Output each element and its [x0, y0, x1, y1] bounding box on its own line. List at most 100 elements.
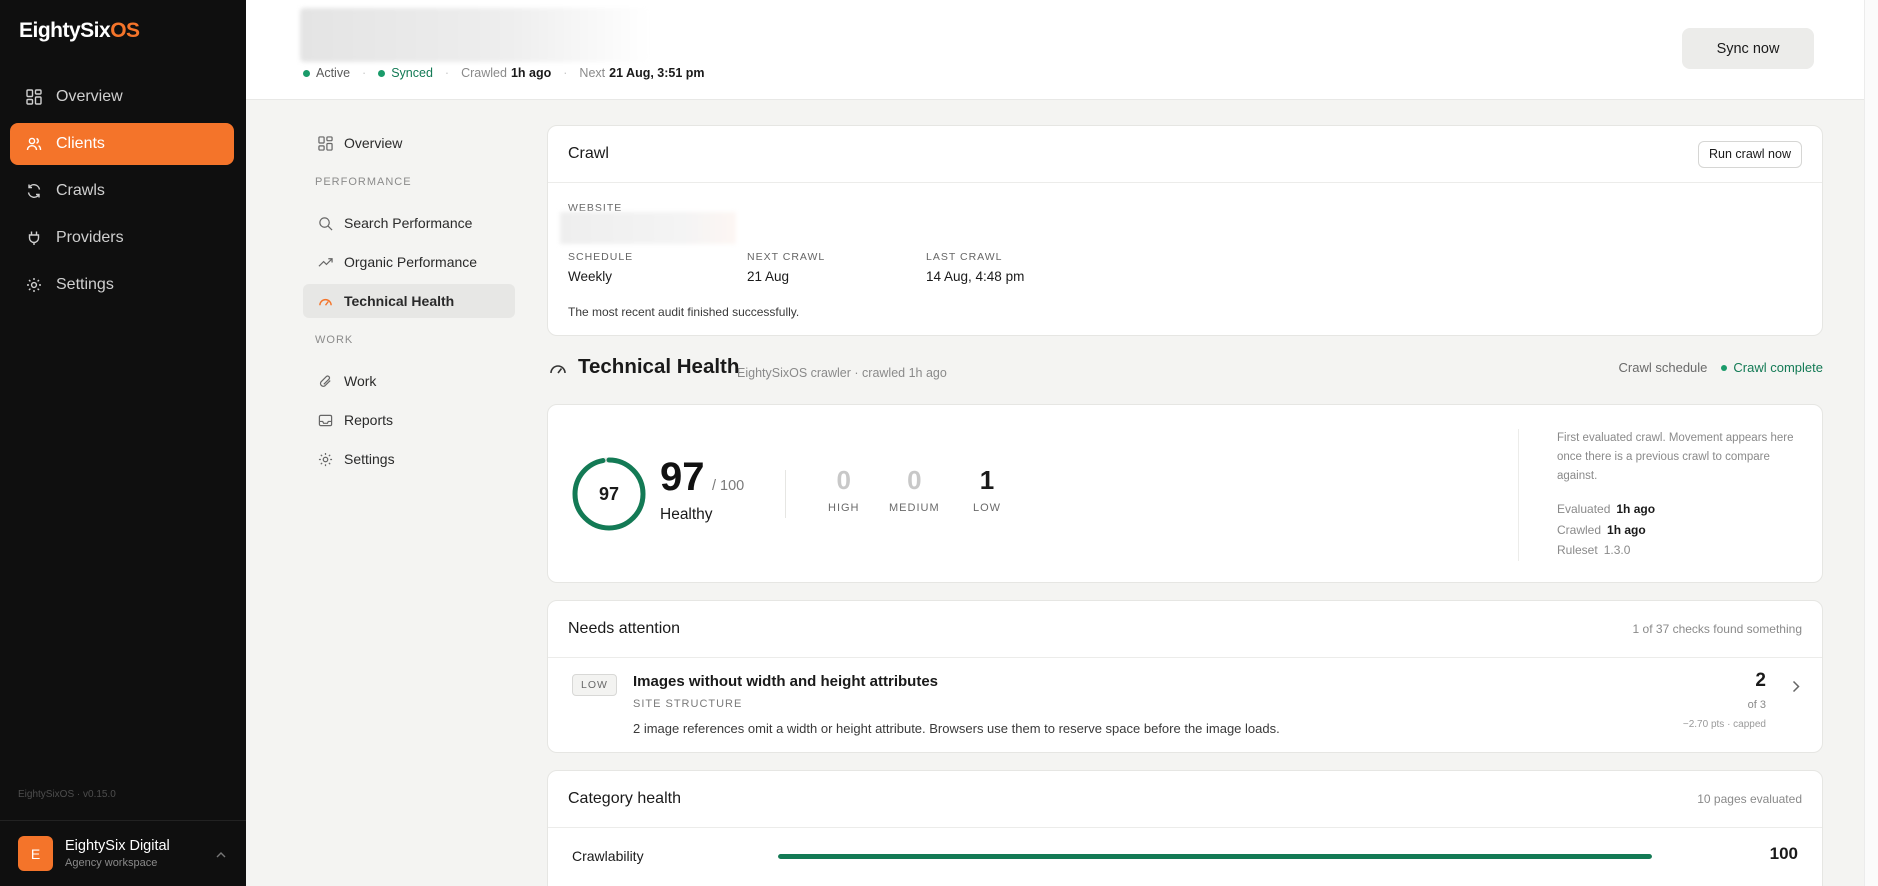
- health-rating: Healthy: [660, 506, 713, 523]
- plug-icon: [24, 228, 44, 248]
- crawl-schedule-link[interactable]: Crawl schedule: [1619, 360, 1708, 375]
- nav-label: Overview: [56, 88, 123, 105]
- category-name: Crawlability: [572, 848, 644, 864]
- subnav-search-performance[interactable]: Search Performance: [303, 206, 515, 240]
- evaluation-note: First evaluated crawl. Movement appears …: [1557, 432, 1794, 482]
- separator: ·: [563, 66, 568, 80]
- main-nav: Overview Clients Crawls Providers Settin…: [10, 76, 234, 311]
- nav-item-overview[interactable]: Overview: [10, 76, 234, 118]
- crawl-status-group: Crawl schedule Crawl complete: [1619, 360, 1823, 375]
- schedule-label: SCHEDULE: [568, 251, 634, 263]
- run-crawl-button[interactable]: Run crawl now: [1698, 140, 1802, 168]
- next-label: Next: [579, 66, 606, 80]
- subnav-label: Technical Health: [344, 293, 455, 309]
- ruleset-label: Ruleset: [1557, 543, 1598, 557]
- website-value-redacted: [560, 212, 736, 244]
- nav-label: Crawls: [56, 182, 105, 199]
- category-health-title: Category health: [568, 790, 681, 807]
- issue-row[interactable]: LOW Images without width and height attr…: [548, 658, 1822, 754]
- high-label: HIGH: [828, 502, 860, 514]
- category-progress-fill: [778, 854, 1652, 859]
- next-crawl-field: NEXT CRAWL 21 Aug: [747, 251, 825, 284]
- sync-now-button[interactable]: Sync now: [1682, 28, 1814, 69]
- client-header: Active · Synced · Crawled 1h ago · Next …: [246, 0, 1864, 100]
- medium-count: 0: [907, 465, 922, 495]
- crawled-label: Crawled: [461, 66, 507, 80]
- nav-item-clients[interactable]: Clients: [10, 123, 234, 165]
- nav-item-providers[interactable]: Providers: [10, 217, 234, 259]
- search-icon: [317, 215, 333, 231]
- grid-icon: [24, 87, 44, 107]
- technical-health-heading: Technical Health EightySixOS crawler · c…: [547, 354, 1823, 380]
- subnav-reports[interactable]: Reports: [303, 403, 515, 437]
- category-health-header: Category health 10 pages evaluated: [548, 771, 1822, 828]
- issue-points: −2.70 pts · capped: [1682, 719, 1766, 730]
- high-count: 0: [836, 465, 851, 495]
- workspace-type: Agency workspace: [65, 857, 158, 869]
- subnav-organic-performance[interactable]: Organic Performance: [303, 245, 515, 279]
- crawled-value: 1h ago: [510, 66, 552, 80]
- last-crawl-field: LAST CRAWL 14 Aug, 4:48 pm: [926, 251, 1024, 284]
- category-progress-bar: [778, 854, 1652, 859]
- nav-item-crawls[interactable]: Crawls: [10, 170, 234, 212]
- subnav-work[interactable]: Work: [303, 364, 515, 398]
- health-score: 97: [660, 455, 705, 499]
- gauge-icon: [549, 360, 567, 381]
- nav-label: Clients: [56, 135, 105, 152]
- subnav-label: Overview: [344, 135, 403, 151]
- status-synced: Synced: [391, 66, 433, 80]
- app-version: EightySixOS · v0.15.0: [18, 789, 116, 800]
- gear-icon: [24, 275, 44, 295]
- score-max: / 100: [712, 478, 745, 494]
- ruleset-meta: Ruleset 1.3.0: [1557, 543, 1630, 557]
- crawl-card: Crawl Run crawl now WEBSITE SCHEDULE Wee…: [547, 125, 1823, 336]
- ruleset-value: 1.3.0: [1603, 543, 1631, 557]
- issue-category: SITE STRUCTURE: [633, 698, 743, 710]
- category-row[interactable]: Crawlability 100: [548, 828, 1822, 884]
- gauge-icon: [317, 293, 333, 309]
- category-score: 100: [1769, 844, 1798, 863]
- subnav-technical-health[interactable]: Technical Health: [303, 284, 515, 318]
- divider: [1518, 429, 1519, 561]
- client-status-line: Active · Synced · Crawled 1h ago · Next …: [303, 66, 705, 80]
- technical-health-title: Technical Health: [578, 355, 740, 378]
- evaluated-meta: Evaluated 1h ago: [1557, 502, 1655, 516]
- crawled-value: 1h ago: [1607, 523, 1646, 537]
- subnav-label: Search Performance: [344, 215, 473, 231]
- client-name-redacted: [300, 8, 650, 62]
- issue-count: 2: [1755, 670, 1766, 691]
- status-active: Active: [316, 66, 351, 80]
- schedule-field: SCHEDULE Weekly: [568, 251, 633, 284]
- divider: [785, 470, 786, 518]
- gear-icon: [317, 451, 333, 467]
- client-subnav: Overview PERFORMANCE Search Performance …: [303, 126, 515, 481]
- chevron-right-icon[interactable]: [1792, 680, 1800, 698]
- workspace-avatar: E: [18, 836, 53, 871]
- last-crawl-label: LAST CRAWL: [926, 251, 1003, 263]
- crawl-card-title: Crawl: [568, 145, 609, 162]
- crawl-complete-status: Crawl complete: [1733, 360, 1823, 375]
- crawl-status-message: The most recent audit finished successfu…: [568, 305, 800, 319]
- refresh-icon: [24, 181, 44, 201]
- nav-item-settings[interactable]: Settings: [10, 264, 234, 306]
- next-crawl-label: NEXT CRAWL: [747, 251, 826, 263]
- subnav-section-performance: PERFORMANCE: [315, 176, 412, 188]
- workspace-switcher[interactable]: E EightySix Digital Agency workspace: [0, 820, 246, 886]
- score-ring-value: 97: [598, 483, 620, 504]
- issue-total: of 3: [1747, 699, 1766, 711]
- subnav-section-work: WORK: [315, 334, 354, 346]
- health-score-card: 97 97 / 100 Healthy 0 HIGH 0 MEDIUM 1 LO…: [547, 404, 1823, 583]
- medium-label: MEDIUM: [889, 502, 940, 514]
- separator: ·: [444, 66, 450, 80]
- subnav-overview[interactable]: Overview: [303, 126, 515, 160]
- app-logo[interactable]: EightySixOS: [19, 19, 140, 43]
- severity-low: 1 LOW: [973, 465, 1001, 514]
- nav-label: Settings: [56, 276, 114, 293]
- crawled-meta: Crawled 1h ago: [1557, 523, 1646, 537]
- grid-icon: [317, 135, 333, 151]
- subnav-settings[interactable]: Settings: [303, 442, 515, 476]
- issue-title: Images without width and height attribut…: [633, 673, 939, 690]
- synced-dot: [378, 69, 386, 77]
- scrollbar-track[interactable]: [1864, 0, 1878, 886]
- low-label: LOW: [973, 502, 1002, 514]
